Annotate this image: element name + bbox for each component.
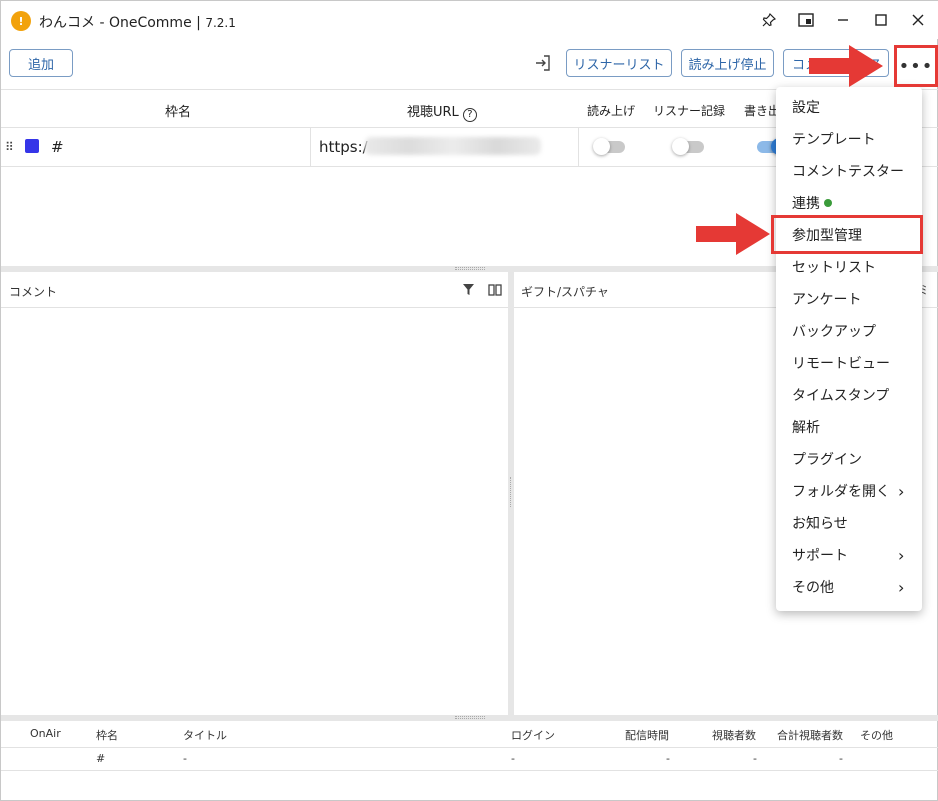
menu-item-analysis[interactable]: 解析 — [792, 411, 912, 443]
bottom-header-time: 配信時間 — [625, 729, 669, 742]
bottom-header-name: 枠名 — [96, 729, 118, 742]
header-listener-record: リスナー記録 — [653, 104, 726, 118]
splitter-grip — [510, 477, 512, 507]
maximize-icon[interactable] — [869, 9, 893, 31]
toggle-knob — [672, 138, 689, 155]
frame-url[interactable]: https:/ — [319, 138, 368, 156]
menu-item-support[interactable]: サポート — [792, 539, 912, 571]
divider — [578, 128, 579, 166]
drag-handle-icon[interactable]: ⠿ — [5, 140, 14, 154]
bottom-cell-title: - — [183, 752, 187, 765]
divider — [1, 747, 938, 748]
comment-panel-title: コメント — [9, 285, 58, 299]
divider — [1, 307, 508, 308]
listener-list-button[interactable]: リスナーリスト — [566, 49, 672, 77]
minimize-icon[interactable] — [831, 9, 855, 31]
menu-item-survey[interactable]: アンケート — [792, 283, 912, 315]
menu-item-setlist[interactable]: セットリスト — [792, 251, 912, 283]
gift-panel-title: ギフト/スパチャ — [521, 285, 609, 299]
bottom-cell-name: # — [96, 752, 106, 765]
chevron-right-icon: › — [898, 481, 905, 501]
bottom-header-login: ログイン — [511, 729, 555, 742]
menu-item-open-folder[interactable]: フォルダを開く — [792, 475, 912, 507]
menu-item-plugins[interactable]: プラグイン — [792, 443, 912, 475]
bottom-header-total: 合計視聴者数 — [777, 729, 843, 742]
menu-item-other[interactable]: その他 — [792, 571, 912, 603]
chevron-right-icon: › — [898, 577, 905, 597]
menu-item-settings[interactable]: 設定 — [792, 91, 912, 123]
bottom-header-onair: OnAir — [30, 727, 61, 740]
vertical-splitter[interactable] — [508, 272, 514, 716]
header-write: 書き出 — [744, 104, 781, 118]
title-separator: | — [196, 15, 206, 31]
splitter-grip — [455, 716, 485, 719]
bottom-cell-time: - — [666, 752, 670, 765]
menu-item-integration-label: 連携 — [792, 196, 820, 212]
arrow-right-icon — [809, 45, 883, 87]
login-icon[interactable] — [533, 53, 553, 73]
frame-name[interactable]: # — [51, 138, 64, 156]
divider — [1, 770, 938, 771]
divider — [310, 128, 311, 166]
app-logo-icon: ! — [11, 11, 31, 31]
read-toggle[interactable] — [593, 138, 625, 155]
window-title: わんコメ - OneComme | 7.2.1 — [39, 12, 236, 32]
bottom-header-viewers: 視聴者数 — [712, 729, 756, 742]
blurred-url — [365, 137, 541, 155]
highlight-box-participation — [771, 215, 923, 254]
title-bar: ! わんコメ - OneComme | 7.2.1 — [1, 1, 938, 39]
header-read: 読み上げ — [587, 104, 636, 118]
menu-item-notices[interactable]: お知らせ — [792, 507, 912, 539]
bottom-cell-total: - — [839, 752, 843, 765]
header-view-url: 視聴URL ? — [407, 101, 477, 122]
listener-record-toggle[interactable] — [672, 138, 704, 155]
app-window: ! わんコメ - OneComme | 7.2.1 追加 リスナーリスト 読み上… — [0, 0, 938, 801]
menu-item-remote-view[interactable]: リモートビュー — [792, 347, 912, 379]
bottom-cell-login: - — [511, 752, 515, 765]
toggle-knob — [593, 138, 610, 155]
header-view-url-label: 視聴URL — [407, 105, 459, 120]
chevron-right-icon: › — [898, 545, 905, 565]
menu-item-timestamp[interactable]: タイムスタンプ — [792, 379, 912, 411]
window-title-text: わんコメ - OneComme — [39, 15, 192, 31]
menu-item-backup[interactable]: バックアップ — [792, 315, 912, 347]
frame-color-swatch[interactable] — [25, 139, 39, 153]
bottom-cell-viewers: - — [753, 752, 757, 765]
window-version: 7.2.1 — [205, 16, 236, 30]
splitter-grip — [455, 267, 485, 270]
header-frame-name: 枠名 — [165, 105, 192, 120]
mini-view-icon[interactable] — [794, 9, 818, 31]
filter-icon[interactable] — [462, 283, 475, 300]
help-icon[interactable]: ? — [462, 108, 477, 122]
menu-item-comment-tester[interactable]: コメントテスター — [792, 155, 912, 187]
more-dropdown-menu: 設定 テンプレート コメントテスター 連携 参加型管理 セットリスト アンケート… — [776, 87, 922, 611]
horizontal-splitter-bottom[interactable] — [1, 715, 938, 721]
highlight-box-more-button — [894, 45, 938, 87]
arrow-right-icon — [696, 213, 770, 255]
read-stop-button[interactable]: 読み上げ停止 — [681, 49, 774, 77]
add-button[interactable]: 追加 — [9, 49, 73, 77]
close-icon[interactable] — [906, 9, 930, 31]
bottom-header-title: タイトル — [183, 729, 227, 742]
columns-icon[interactable] — [488, 284, 502, 300]
bottom-header-other: その他 — [860, 729, 893, 742]
menu-item-templates[interactable]: テンプレート — [792, 123, 912, 155]
status-dot-icon — [824, 199, 832, 207]
pin-icon[interactable] — [757, 9, 781, 31]
